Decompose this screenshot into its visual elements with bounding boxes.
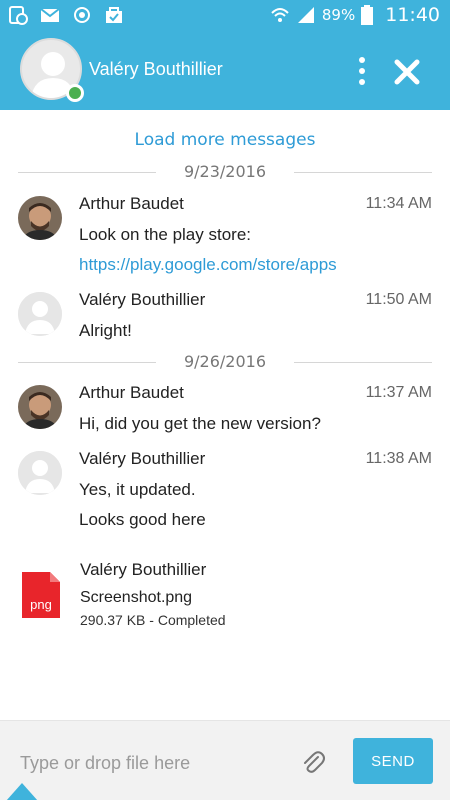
sender-name: Arthur Baudet xyxy=(79,383,184,402)
png-file-icon: png xyxy=(22,572,60,618)
sender-name: Valéry Bouthillier xyxy=(80,560,207,579)
load-more-messages-link[interactable]: Load more messages xyxy=(0,130,450,150)
attach-file-icon[interactable] xyxy=(300,749,326,775)
status-bar: 89% 11:40 xyxy=(0,0,450,32)
message-text: Looks good here xyxy=(79,510,206,529)
gmail-icon xyxy=(40,8,60,22)
sender-name: Arthur Baudet xyxy=(79,194,184,213)
sender-name: Valéry Bouthillier xyxy=(79,449,206,468)
message-text: Alright! xyxy=(79,321,132,340)
file-message[interactable]: png Valéry Bouthillier Screenshot.png 29… xyxy=(0,558,450,638)
online-status-dot xyxy=(66,84,84,102)
message-time: 11:38 AM xyxy=(365,450,432,467)
contact-avatar[interactable] xyxy=(20,38,84,102)
more-options-icon[interactable] xyxy=(352,54,372,88)
drawer-handle-icon[interactable] xyxy=(6,777,38,800)
message-text: Look on the play store: xyxy=(79,225,252,244)
user-photo-icon xyxy=(18,196,62,240)
default-avatar-icon xyxy=(18,451,62,495)
date-separator: 9/26/2016 xyxy=(18,352,432,372)
avatar[interactable] xyxy=(18,451,62,495)
date-separator: 9/23/2016 xyxy=(18,162,432,182)
file-type-label: png xyxy=(30,597,52,612)
sync-icon xyxy=(74,7,90,23)
signal-icon xyxy=(297,7,314,23)
file-name[interactable]: Screenshot.png xyxy=(80,589,192,607)
message-link[interactable]: https://play.google.com/store/apps xyxy=(79,255,337,275)
status-time: 11:40 xyxy=(385,4,440,26)
message-input[interactable] xyxy=(20,749,290,777)
message-composer: SEND xyxy=(0,720,450,800)
chat-title: Valéry Bouthillier xyxy=(89,59,223,79)
user-photo-icon xyxy=(18,385,62,429)
close-icon[interactable] xyxy=(391,56,423,88)
message-text: Hi, did you get the new version? xyxy=(79,414,321,433)
default-avatar-icon xyxy=(18,292,62,336)
timer-icon xyxy=(9,6,28,25)
avatar[interactable] xyxy=(18,292,62,336)
avatar[interactable] xyxy=(18,385,62,429)
file-status: 290.37 KB - Completed xyxy=(80,612,226,628)
chat-header: Valéry Bouthillier xyxy=(0,32,450,110)
avatar[interactable] xyxy=(18,196,62,240)
battery-icon xyxy=(361,5,374,25)
shopping-icon xyxy=(106,7,122,23)
send-button[interactable]: SEND xyxy=(353,738,433,784)
battery-percent: 89% xyxy=(321,6,356,24)
message-time: 11:50 AM xyxy=(365,291,432,308)
message-text: Yes, it updated. xyxy=(79,480,196,499)
message-time: 11:37 AM xyxy=(365,384,432,401)
wifi-icon xyxy=(271,8,289,22)
message-time: 11:34 AM xyxy=(365,195,432,212)
sender-name: Valéry Bouthillier xyxy=(79,290,206,309)
